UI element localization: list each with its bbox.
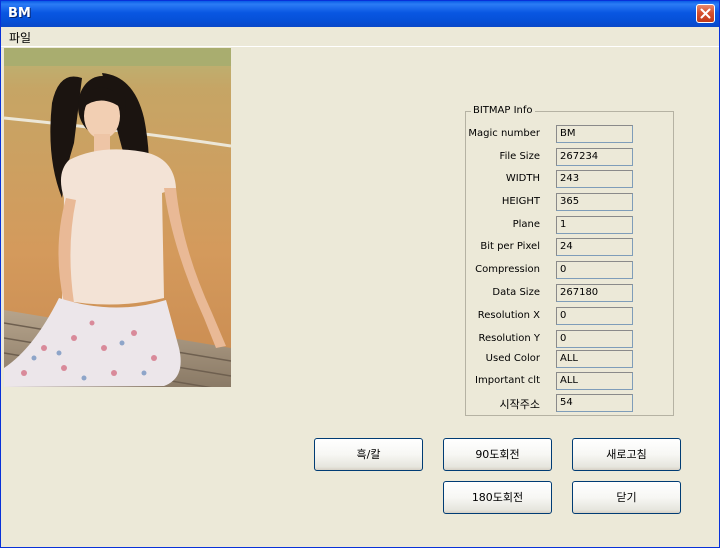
field-compression[interactable]: 0 bbox=[556, 261, 633, 279]
label-data-size: Data Size bbox=[492, 287, 540, 298]
close-button[interactable]: 닫기 bbox=[572, 481, 681, 514]
label-magic-number: Magic number bbox=[468, 128, 540, 139]
field-file-size[interactable]: 267234 bbox=[556, 148, 633, 166]
window-title: BM bbox=[8, 6, 31, 21]
field-width[interactable]: 243 bbox=[556, 170, 633, 188]
label-compression: Compression bbox=[475, 264, 540, 275]
field-height[interactable]: 365 bbox=[556, 193, 633, 211]
bitmap-info-title: BITMAP Info bbox=[471, 105, 535, 116]
label-start-address: 시작주소 bbox=[499, 398, 540, 411]
field-data-size[interactable]: 267180 bbox=[556, 284, 633, 302]
app-window: BM 파일 BITMAP Info Magic number BM File S… bbox=[0, 0, 720, 548]
label-width: WIDTH bbox=[505, 173, 540, 184]
label-used-color: Used Color bbox=[485, 353, 540, 364]
rotate-90-button[interactable]: 90도회전 bbox=[443, 438, 552, 471]
menu-bar: 파일 bbox=[1, 27, 719, 47]
field-magic-number[interactable]: BM bbox=[556, 125, 633, 143]
close-icon bbox=[700, 8, 711, 19]
field-bit-per-pixel[interactable]: 24 bbox=[556, 238, 633, 256]
label-resolution-x: Resolution X bbox=[477, 310, 540, 321]
label-height: HEIGHT bbox=[501, 196, 540, 207]
field-important-clt[interactable]: ALL bbox=[556, 372, 633, 390]
black-white-color-button[interactable]: 흑/칼 bbox=[314, 438, 423, 471]
label-important-clt: Important clt bbox=[475, 375, 540, 386]
close-window-button[interactable] bbox=[696, 4, 715, 23]
field-resolution-y[interactable]: 0 bbox=[556, 330, 633, 348]
label-bit-per-pixel: Bit per Pixel bbox=[480, 241, 540, 252]
menu-file[interactable]: 파일 bbox=[9, 29, 31, 46]
title-bar[interactable]: BM bbox=[1, 1, 719, 27]
field-resolution-x[interactable]: 0 bbox=[556, 307, 633, 325]
field-plane[interactable]: 1 bbox=[556, 216, 633, 234]
bitmap-image bbox=[4, 48, 231, 387]
label-file-size: File Size bbox=[499, 151, 540, 162]
label-resolution-y: Resolution Y bbox=[478, 333, 540, 344]
refresh-button[interactable]: 새로고침 bbox=[572, 438, 681, 471]
rotate-180-button[interactable]: 180도회전 bbox=[443, 481, 552, 514]
field-start-address[interactable]: 54 bbox=[556, 394, 633, 412]
field-used-color[interactable]: ALL bbox=[556, 350, 633, 368]
label-plane: Plane bbox=[512, 219, 540, 230]
